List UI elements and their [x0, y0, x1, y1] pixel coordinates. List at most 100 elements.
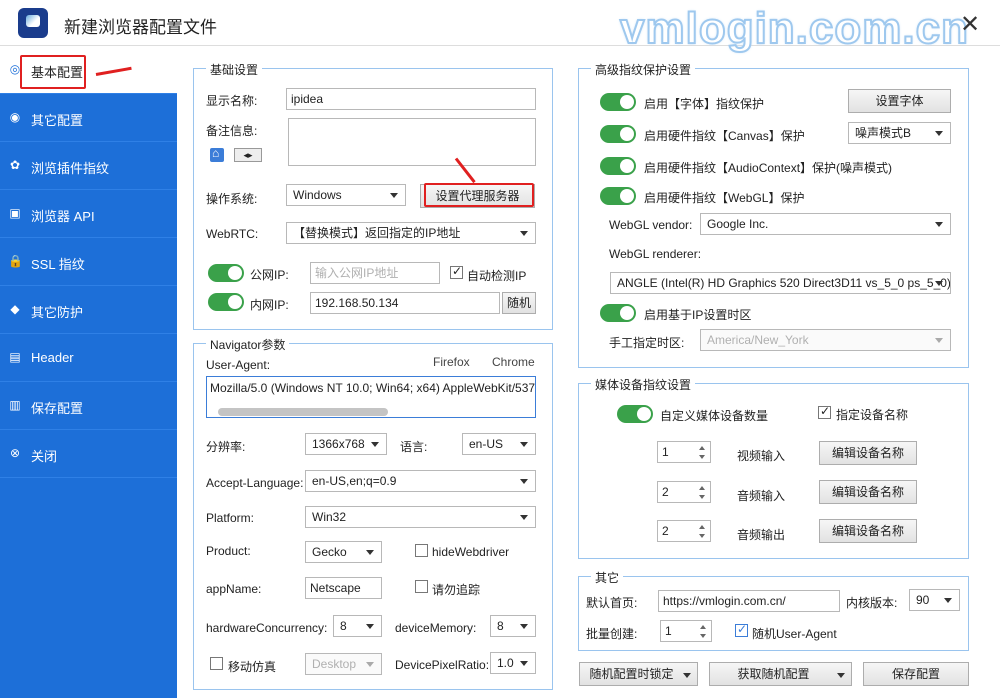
scroll-arrows-icon[interactable]: ◂▸: [234, 148, 262, 162]
close-icon[interactable]: ✕: [960, 10, 980, 39]
close-circle-icon: ⊗: [9, 446, 21, 460]
accept-language-select[interactable]: en-US,en;q=0.9: [305, 470, 536, 492]
video-input-count[interactable]: 1: [657, 441, 711, 463]
device-memory-label: deviceMemory:: [395, 621, 477, 635]
os-label: 操作系统:: [206, 192, 258, 206]
set-fonts-button[interactable]: 设置字体: [848, 89, 951, 113]
mobile-device-select[interactable]: Desktop: [305, 653, 382, 675]
sidebar-item-protection[interactable]: ◆ 其它防护: [0, 286, 177, 334]
group-title: 高级指纹保护设置: [591, 61, 696, 78]
sidebar-item-api[interactable]: ▣ 浏览器 API: [0, 190, 177, 238]
audio-output-label: 音频输出: [737, 528, 786, 542]
audio-input-count[interactable]: 2: [657, 481, 711, 503]
sidebar-item-label: 保存配置: [31, 401, 84, 416]
home-icon[interactable]: [210, 146, 224, 162]
appname-input[interactable]: Netscape: [305, 577, 382, 599]
product-select[interactable]: Gecko: [305, 541, 382, 563]
timezone-select[interactable]: America/New_York: [700, 329, 951, 351]
audio-protection-label: 启用硬件指纹【AudioContext】保护(噪声模式): [644, 161, 893, 175]
user-agent-value: Mozilla/5.0 (Windows NT 10.0; Win64; x64…: [210, 381, 536, 395]
public-ip-toggle[interactable]: [208, 264, 244, 282]
public-ip-label: 公网IP:: [250, 268, 289, 282]
sidebar-item-close[interactable]: ⊗ 关闭: [0, 430, 177, 478]
firefox-link[interactable]: Firefox: [433, 355, 470, 369]
device-pixel-ratio-label: DevicePixelRatio:: [395, 658, 490, 672]
sidebar-item-ssl[interactable]: 🔒 SSL 指纹: [0, 238, 177, 286]
resolution-label: 分辨率:: [206, 440, 246, 454]
homepage-input[interactable]: https://vmlogin.com.cn/: [658, 590, 840, 612]
hide-webdriver-checkbox[interactable]: [415, 544, 428, 557]
sidebar-item-other[interactable]: ◉ 其它配置: [0, 94, 177, 142]
batch-create-label: 批量创建:: [586, 627, 638, 641]
private-ip-input[interactable]: 192.168.50.134: [310, 292, 500, 314]
webgl-protection-toggle[interactable]: [600, 187, 636, 205]
language-select[interactable]: en-US: [462, 433, 536, 455]
resolution-select[interactable]: 1366x768: [305, 433, 387, 455]
timezone-by-ip-toggle[interactable]: [600, 304, 636, 322]
kernel-version-select[interactable]: 90: [909, 589, 960, 611]
sidebar-item-label: Header: [31, 350, 74, 365]
sidebar: ◎ 基本配置 ◉ 其它配置 ✿ 浏览插件指纹 ▣ 浏览器 API 🔒 SSL 指纹 ◆ 其它…: [0, 46, 177, 698]
display-name-input[interactable]: ipidea: [286, 88, 536, 110]
random-ua-checkbox[interactable]: [735, 622, 748, 637]
custom-media-count-toggle[interactable]: [617, 405, 653, 423]
canvas-protection-toggle[interactable]: [600, 125, 636, 143]
save-config-button[interactable]: 保存配置: [863, 662, 969, 686]
edit-video-input-button[interactable]: 编辑设备名称: [819, 441, 917, 465]
webgl-renderer-select[interactable]: ANGLE (Intel(R) HD Graphics 520 Direct3D…: [610, 272, 951, 294]
specify-device-name-label: 指定设备名称: [836, 408, 909, 422]
os-select[interactable]: Windows: [286, 184, 406, 206]
random-ip-button[interactable]: 随机: [502, 292, 536, 314]
sidebar-item-label: 浏览器 API: [31, 209, 95, 224]
homepage-label: 默认首页:: [586, 596, 638, 610]
edit-audio-output-button[interactable]: 编辑设备名称: [819, 519, 917, 543]
sidebar-item-header[interactable]: ▤ Header: [0, 334, 177, 382]
appname-label: appName:: [206, 582, 262, 596]
do-not-track-checkbox[interactable]: [415, 580, 428, 593]
do-not-track-label: 请勿追踪: [432, 583, 481, 597]
group-title: 媒体设备指纹设置: [591, 376, 696, 393]
language-label: 语言:: [400, 440, 428, 454]
auto-detect-checkbox[interactable]: [450, 264, 463, 279]
font-protection-label: 启用【字体】指纹保护: [644, 97, 765, 111]
sidebar-item-save[interactable]: ▥ 保存配置: [0, 382, 177, 430]
sidebar-item-label: 其它防护: [31, 305, 84, 320]
chrome-icon: ◉: [9, 110, 21, 124]
horizontal-scrollbar[interactable]: [218, 408, 388, 416]
mobile-emulation-label: 移动仿真: [228, 660, 277, 674]
shield-icon: ◆: [10, 302, 20, 316]
audio-input-label: 音频输入: [737, 489, 786, 503]
display-name-label: 显示名称:: [206, 94, 258, 108]
custom-media-count-label: 自定义媒体设备数量: [660, 409, 769, 423]
device-pixel-ratio-select[interactable]: 1.0: [490, 652, 536, 674]
public-ip-input[interactable]: 输入公网IP地址: [310, 262, 440, 284]
timezone-label: 手工指定时区:: [609, 336, 685, 350]
hardware-concurrency-select[interactable]: 8: [333, 615, 382, 637]
group-title: Navigator参数: [206, 336, 290, 353]
audio-protection-toggle[interactable]: [600, 157, 636, 175]
platform-label: Platform:: [206, 511, 255, 525]
webgl-vendor-select[interactable]: Google Inc.: [700, 213, 951, 235]
webrtc-select[interactable]: 【替换模式】返回指定的IP地址: [286, 222, 536, 244]
platform-select[interactable]: Win32: [305, 506, 536, 528]
canvas-mode-select[interactable]: 噪声模式B: [848, 122, 951, 144]
video-input-label: 视频输入: [737, 449, 786, 463]
lock-icon: 🔒: [8, 254, 23, 268]
edit-audio-input-button[interactable]: 编辑设备名称: [819, 480, 917, 504]
app-logo-icon: [18, 8, 48, 38]
font-protection-toggle[interactable]: [600, 93, 636, 111]
get-random-config-button[interactable]: 获取随机配置: [709, 662, 852, 686]
mobile-emulation-checkbox[interactable]: [210, 657, 223, 670]
specify-device-name-checkbox[interactable]: [818, 404, 831, 419]
webgl-renderer-label: WebGL renderer:: [609, 247, 702, 261]
device-memory-select[interactable]: 8: [490, 615, 536, 637]
sidebar-item-plugins[interactable]: ✿ 浏览插件指纹: [0, 142, 177, 190]
sidebar-item-label: 其它配置: [31, 113, 84, 128]
chrome-link[interactable]: Chrome: [492, 355, 535, 369]
notes-textarea[interactable]: [288, 118, 536, 166]
lock-on-random-button[interactable]: 随机配置时锁定: [579, 662, 698, 686]
private-ip-toggle[interactable]: [208, 293, 244, 311]
batch-create-count[interactable]: 1: [660, 620, 712, 642]
audio-output-count[interactable]: 2: [657, 520, 711, 542]
highlight-box: [424, 183, 534, 207]
